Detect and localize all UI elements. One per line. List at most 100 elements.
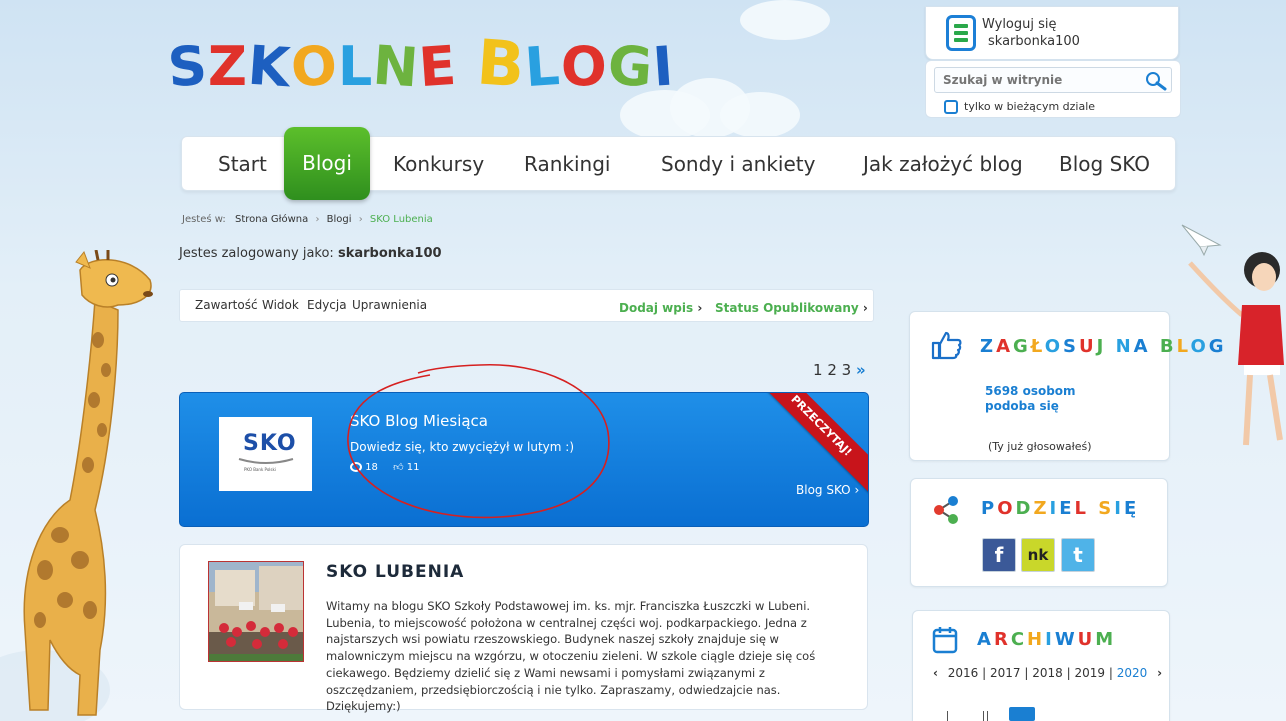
- logo-letter: L: [337, 35, 374, 98]
- title-letter: B: [1159, 336, 1177, 357]
- archive-year-2017[interactable]: 2017: [990, 666, 1021, 680]
- vote-status: (Ty już głosowałeś): [988, 440, 1092, 453]
- share-icon: [934, 496, 958, 524]
- search-input[interactable]: [934, 67, 1172, 93]
- breadcrumb-blogi[interactable]: Blogi: [327, 214, 352, 225]
- logo-swoosh: [238, 458, 294, 464]
- blog-description: Witamy na blogu SKO Szkoły Podstawowej i…: [326, 599, 816, 714]
- cloud-decoration: [720, 92, 800, 138]
- nav-sondy[interactable]: Sondy i ankiety: [661, 137, 815, 192]
- page-2[interactable]: 2: [827, 361, 837, 379]
- archive-prev-icon[interactable]: ‹: [933, 666, 938, 680]
- breadcrumb-current: SKO Lubenia: [369, 214, 433, 225]
- nav-jak-zalozyc[interactable]: Jak założyć blog: [863, 137, 1023, 192]
- featured-post[interactable]: SKO PKO Bank Polski SKO Blog Miesiąca Do…: [179, 392, 869, 527]
- archive-title: ARCHIWUM: [977, 629, 1116, 650]
- archive-years: ‹ 2016 | 2017 | 2018 | 2019 | 2020 ›: [933, 666, 1162, 680]
- title-letter: A: [977, 629, 994, 650]
- title-letter: J: [1096, 336, 1107, 357]
- status-label: Status Opublikowany: [715, 301, 859, 315]
- title-letter: [1089, 498, 1098, 519]
- nav-blog-sko[interactable]: Blog SKO: [1059, 137, 1150, 192]
- giraffe-illustration: [0, 250, 153, 721]
- title-letter: I: [1045, 629, 1055, 650]
- toolbar-dodaj-wpis[interactable]: Dodaj wpis ›: [619, 301, 702, 315]
- archive-year-2018[interactable]: 2018: [1032, 666, 1063, 680]
- year-separator: |: [1108, 666, 1113, 680]
- title-letter: O: [997, 498, 1016, 519]
- breadcrumb-home[interactable]: Strona Główna: [235, 214, 308, 225]
- title-letter: U: [1077, 629, 1096, 650]
- girl-illustration: [1181, 224, 1284, 446]
- title-letter: U: [1078, 336, 1097, 357]
- featured-title[interactable]: SKO Blog Miesiąca: [350, 412, 488, 430]
- nav-start[interactable]: Start: [218, 137, 267, 192]
- year-separator: |: [982, 666, 987, 680]
- breadcrumb-prefix: Jesteś w:: [182, 214, 226, 225]
- vote-panel: ZAGŁOSUJ NA BLOG 5698 osobom podoba się …: [909, 311, 1224, 461]
- user-panel: Wyloguj się skarbonka100: [925, 6, 1179, 60]
- page-3[interactable]: 3: [842, 361, 852, 379]
- archive-year-2020[interactable]: 2020: [1117, 666, 1148, 680]
- read-ribbon: PRZECZYTAJ!: [751, 393, 868, 496]
- logo-letter: K: [245, 33, 294, 100]
- chevron-right-icon: ›: [315, 214, 320, 225]
- search-icon[interactable]: [1144, 71, 1168, 91]
- archive-next-icon[interactable]: ›: [1157, 666, 1162, 680]
- next-page-icon[interactable]: »: [856, 361, 866, 379]
- featured-stats: 18 👍︎ 11: [350, 461, 419, 473]
- title-letter: Z: [1033, 498, 1050, 519]
- featured-description: Dowiedz się, kto zwyciężył w lutym :): [350, 440, 575, 454]
- vote-count: 5698 osobom podoba się: [985, 384, 1076, 414]
- main-nav: Start Blogi Konkursy Rankingi Sondy i an…: [181, 127, 1176, 200]
- chevron-right-icon: ›: [358, 214, 363, 225]
- title-letter: O: [1044, 336, 1064, 357]
- nav-blogi[interactable]: Blogi: [284, 127, 370, 200]
- logo-letter: G: [605, 33, 656, 100]
- logout-link[interactable]: Wyloguj się: [982, 17, 1057, 32]
- toolbar-status[interactable]: Status Opublikowany ›: [715, 301, 868, 315]
- site-logo[interactable]: SZKOLNE BLOGI: [166, 25, 676, 101]
- current-section-checkbox[interactable]: [944, 100, 958, 114]
- nav-rankingi[interactable]: Rankingi: [524, 137, 610, 192]
- vote-count-label: podoba się: [985, 399, 1059, 413]
- title-letter: W: [1054, 629, 1078, 650]
- toolbar-uprawnienia[interactable]: Uprawnienia: [352, 298, 427, 312]
- toolbar-widok[interactable]: Widok: [262, 298, 299, 312]
- blog-title[interactable]: SKO LUBENIA: [326, 562, 464, 582]
- title-letter: S: [1063, 336, 1079, 357]
- facebook-icon[interactable]: f: [982, 538, 1016, 572]
- comment-icon: [350, 462, 362, 472]
- archive-year-2019[interactable]: 2019: [1075, 666, 1106, 680]
- thumbs-up-icon[interactable]: [930, 330, 962, 360]
- title-letter: I: [1049, 498, 1060, 519]
- title-letter: P: [981, 498, 998, 519]
- toolbar-zawartosc[interactable]: Zawartość: [195, 298, 258, 312]
- sko-logo-sub: PKO Bank Polski: [244, 467, 276, 472]
- title-letter: H: [1027, 629, 1046, 650]
- logo-letter: N: [371, 33, 422, 100]
- logged-in-info: Jestes zalogowany jako: skarbonka100: [179, 246, 442, 261]
- page-1[interactable]: 1: [813, 361, 823, 379]
- toolbar-edycja[interactable]: Edycja: [307, 298, 347, 312]
- title-letter: M: [1095, 629, 1117, 650]
- twitter-icon[interactable]: t: [1061, 538, 1095, 572]
- title-letter: [1106, 336, 1115, 357]
- user-menu-icon[interactable]: [946, 15, 976, 51]
- nav-konkursy[interactable]: Konkursy: [393, 137, 484, 192]
- search-panel: tylko w bieżącym dziale: [925, 60, 1181, 118]
- title-letter: L: [1074, 498, 1090, 519]
- title-letter: R: [993, 629, 1011, 650]
- blog-sko-link[interactable]: Blog SKO ›: [796, 483, 859, 497]
- like-count: 11: [406, 462, 420, 473]
- blog-card: SKO LUBENIA Witamy na blogu SKO Szkoły P…: [179, 544, 868, 713]
- sko-logo-text: SKO: [243, 431, 297, 456]
- nk-icon[interactable]: nk: [1021, 538, 1055, 572]
- logo-letter: Z: [207, 35, 249, 98]
- title-letter: A: [1133, 336, 1151, 357]
- cloud-decoration: [740, 0, 830, 40]
- archive-year-2016[interactable]: 2016: [948, 666, 979, 680]
- logo-letter: O: [288, 33, 340, 100]
- blog-photo: [208, 561, 304, 662]
- breadcrumb: Jesteś w: Strona Główna › Blogi › SKO Lu…: [182, 214, 433, 225]
